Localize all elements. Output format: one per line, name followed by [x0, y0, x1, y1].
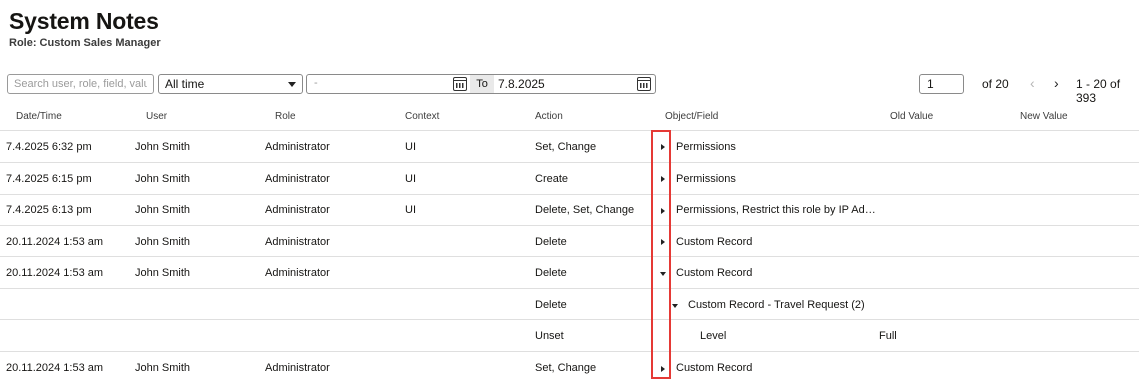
object-field-cell: Custom Record — [676, 362, 753, 374]
object-field-cell: Custom Record — [676, 267, 753, 279]
datetime-cell: 7.4.2025 6:13 pm — [6, 204, 92, 216]
column-header-object-field[interactable]: Object/Field — [665, 111, 718, 122]
action-cell: Unset — [535, 330, 564, 342]
role-cell: Administrator — [265, 173, 330, 185]
context-cell: UI — [405, 141, 416, 153]
table-row[interactable]: 7.4.2025 6:32 pm John Smith Administrato… — [0, 130, 1139, 162]
chevron-right-icon[interactable]: › — [1054, 75, 1059, 91]
column-header-role[interactable]: Role — [275, 111, 296, 122]
filter-bar: All time - To 7.8.2025 1 of 20 ‹ › 1 - 2… — [0, 73, 1143, 105]
page-number-input[interactable]: 1 — [919, 74, 964, 94]
caret-down-icon[interactable] — [672, 304, 678, 308]
calendar-icon[interactable] — [453, 77, 467, 91]
datetime-cell: 7.4.2025 6:15 pm — [6, 173, 92, 185]
action-cell: Delete — [535, 299, 567, 311]
column-header-context[interactable]: Context — [405, 111, 439, 122]
role-cell: Administrator — [265, 267, 330, 279]
period-select-value: All time — [165, 77, 205, 91]
table-row[interactable]: 20.11.2024 1:53 am John Smith Administra… — [0, 256, 1139, 288]
context-cell: UI — [405, 204, 416, 216]
calendar-icon[interactable] — [637, 77, 651, 91]
date-to-input[interactable]: 7.8.2025 — [498, 77, 545, 91]
to-label: To — [470, 75, 494, 93]
object-field-cell: Level — [700, 330, 727, 342]
user-cell: John Smith — [135, 236, 191, 248]
period-select[interactable]: All time — [158, 74, 303, 94]
page-title: System Notes — [9, 8, 159, 34]
object-field-cell: Permissions, Restrict this role by IP Ad… — [676, 204, 876, 216]
role-cell: Administrator — [265, 204, 330, 216]
role-cell: Administrator — [265, 236, 330, 248]
chevron-down-icon — [288, 82, 296, 87]
role-cell: Administrator — [265, 362, 330, 374]
expand-column-highlight — [651, 130, 671, 379]
column-header-user[interactable]: User — [146, 111, 167, 122]
action-cell: Delete, Set, Change — [535, 204, 635, 216]
column-header-action[interactable]: Action — [535, 111, 563, 122]
column-header-new-value[interactable]: New Value — [1020, 111, 1068, 122]
page-subtitle: Role: Custom Sales Manager — [9, 37, 161, 49]
datetime-cell: 20.11.2024 1:53 am — [6, 362, 104, 374]
datetime-cell: 20.11.2024 1:53 am — [6, 236, 104, 248]
action-cell: Create — [535, 173, 569, 185]
action-cell: Delete — [535, 236, 567, 248]
table-row[interactable]: 7.4.2025 6:13 pm John Smith Administrato… — [0, 194, 1139, 226]
result-range: 1 - 20 of 393 — [1076, 77, 1121, 105]
chevron-left-icon[interactable]: ‹ — [1030, 75, 1035, 91]
user-cell: John Smith — [135, 267, 191, 279]
search-input[interactable] — [7, 74, 154, 94]
object-field-cell: Custom Record - Travel Request (2) — [688, 299, 865, 311]
datetime-cell: 7.4.2025 6:32 pm — [6, 141, 92, 153]
object-field-cell: Permissions — [676, 173, 736, 185]
role-cell: Administrator — [265, 141, 330, 153]
old-value-cell: Full — [879, 330, 897, 342]
context-cell: UI — [405, 173, 416, 185]
column-header-datetime[interactable]: Date/Time — [16, 111, 62, 122]
action-cell: Set, Change — [535, 141, 597, 153]
table-row[interactable]: Delete Custom Record - Travel Request (2… — [0, 288, 1139, 320]
action-cell: Set, Change — [535, 362, 597, 374]
table-row[interactable]: 20.11.2024 1:53 am John Smith Administra… — [0, 351, 1139, 382]
object-field-cell: Custom Record — [676, 236, 753, 248]
date-range-field[interactable]: - To 7.8.2025 — [306, 74, 656, 94]
page-count: of 20 — [982, 77, 1009, 91]
object-field-cell: Permissions — [676, 141, 736, 153]
datetime-cell: 20.11.2024 1:53 am — [6, 267, 104, 279]
user-cell: John Smith — [135, 204, 191, 216]
column-header-old-value[interactable]: Old Value — [890, 111, 933, 122]
action-cell: Delete — [535, 267, 567, 279]
user-cell: John Smith — [135, 141, 191, 153]
table-row[interactable]: Unset Level Full — [0, 319, 1139, 351]
date-from-input[interactable]: - — [314, 77, 318, 89]
user-cell: John Smith — [135, 362, 191, 374]
user-cell: John Smith — [135, 173, 191, 185]
table-row[interactable]: 7.4.2025 6:15 pm John Smith Administrato… — [0, 162, 1139, 194]
table-row[interactable]: 20.11.2024 1:53 am John Smith Administra… — [0, 225, 1139, 257]
